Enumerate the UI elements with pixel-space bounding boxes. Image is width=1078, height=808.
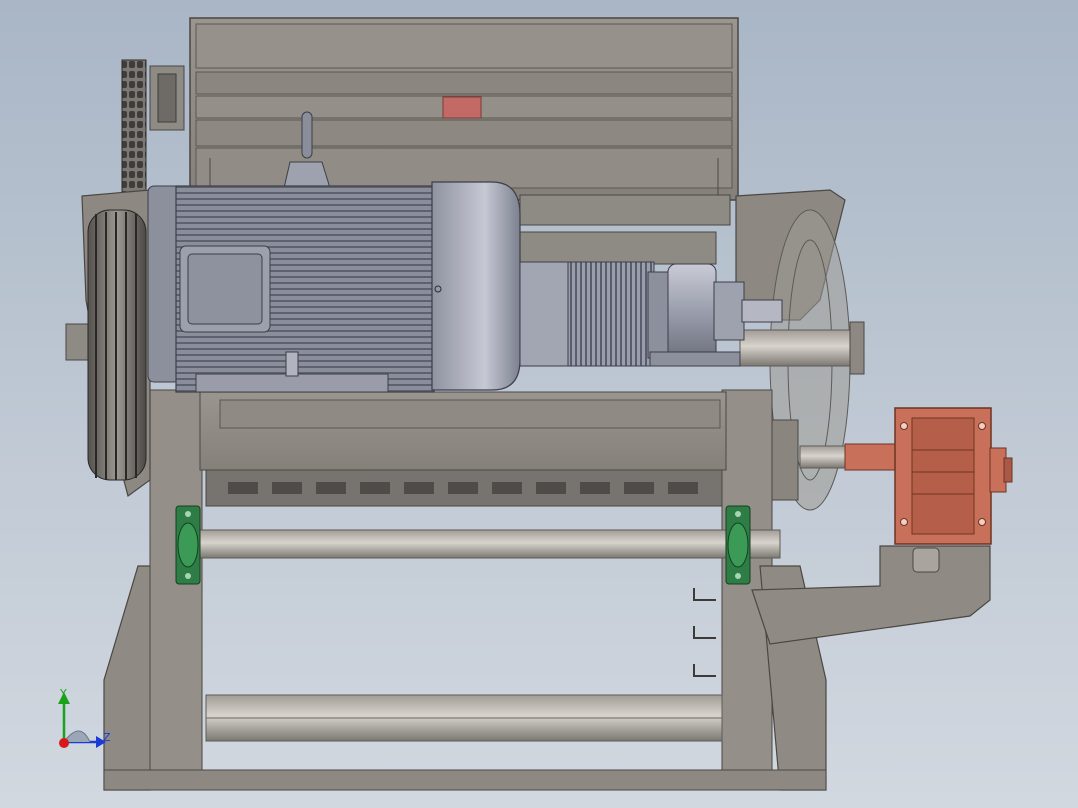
grate-slots	[228, 482, 698, 494]
rotor-shaft	[175, 529, 781, 559]
triad-z-label: Z	[103, 731, 111, 744]
lower-frame	[103, 389, 827, 791]
view-orientation-triad: Y Z	[58, 687, 111, 748]
gearbox-bracket	[751, 545, 991, 645]
left-bearing	[175, 505, 201, 585]
frame-clips	[693, 588, 716, 677]
machine-assembly-drawing: Y Z	[58, 17, 1013, 791]
hopper-inspection-window	[442, 96, 482, 119]
triad-y-label: Y	[59, 687, 67, 700]
right-bearing	[725, 505, 751, 585]
v-belt-pulley	[87, 209, 147, 481]
cad-viewport[interactable]: Y Z	[0, 0, 1078, 808]
